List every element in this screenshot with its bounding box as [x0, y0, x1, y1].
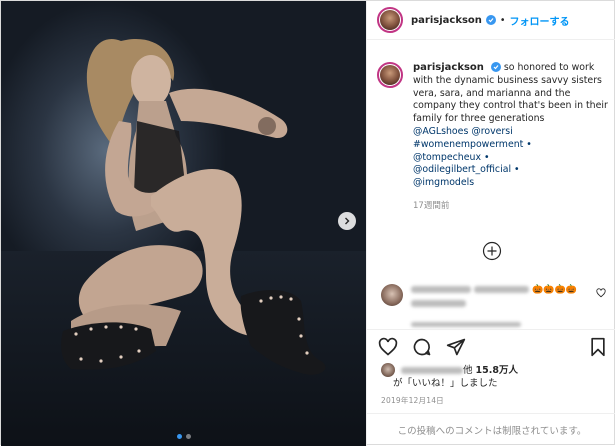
follow-button[interactable]: フォローする [510, 13, 570, 28]
chevron-right-icon [345, 217, 350, 225]
avatar[interactable] [377, 7, 403, 33]
carousel-next-button[interactable] [338, 212, 356, 230]
heart-icon [378, 337, 398, 356]
commenter-avatar[interactable] [381, 284, 403, 306]
likes-suffix: が「いいね！」しました [393, 378, 498, 389]
post-caption: parisjackson so honored to work with the… [377, 62, 609, 213]
photo-figure [61, 39, 326, 375]
caption-time-ago[interactable]: 17週間前 [413, 200, 609, 213]
username-link[interactable]: parisjackson [411, 15, 482, 26]
likes-prefix: 他 [463, 364, 473, 376]
comment-icon [413, 338, 431, 355]
paper-plane-icon [446, 338, 466, 355]
post-side-panel: parisjackson • フォローする parisjackson so ho… [366, 1, 615, 446]
blurred-comment-text [411, 300, 466, 307]
comment-emoji: 🎃🎃🎃🎃 [532, 285, 577, 295]
separator-dot: • [499, 14, 506, 26]
hashtag-link[interactable]: @roversi [471, 126, 512, 137]
blurred-comment-text [474, 286, 530, 293]
post-header: parisjackson • フォローする [367, 1, 615, 40]
verified-badge-icon [490, 62, 501, 72]
blurred-username [411, 286, 471, 293]
likes-count-link[interactable]: 15.8万人 [476, 364, 518, 377]
blurred-comment-meta [411, 322, 521, 327]
hashtag-link[interactable]: @tompecheux • [413, 152, 490, 163]
hashtag-link[interactable]: @odilegilbert_official • [413, 164, 520, 175]
comments-restricted-notice: この投稿へのコメントは制限されています。 [367, 413, 615, 446]
hashtag-link[interactable]: @imgmodels [413, 177, 474, 188]
hashtag-link[interactable]: #womenempowerment • [413, 139, 532, 150]
like-button[interactable] [377, 336, 399, 358]
post-date[interactable]: 2019年12月14日 [381, 395, 444, 406]
avatar[interactable] [377, 62, 403, 88]
post-photo[interactable] [1, 1, 366, 446]
likes-summary: 他 15.8万人 が「いいね！」しました [381, 363, 611, 390]
blurred-liker-name [401, 366, 463, 374]
load-more-comments-button[interactable] [482, 241, 502, 261]
carousel-indicator [1, 434, 366, 439]
instagram-post: parisjackson • フォローする parisjackson so ho… [0, 0, 615, 446]
heart-icon [596, 288, 606, 298]
save-button[interactable] [587, 336, 609, 358]
carousel-dot [185, 434, 191, 439]
liker-avatar[interactable] [381, 363, 395, 377]
caption-username-link[interactable]: parisjackson [413, 62, 484, 73]
comment-button[interactable] [411, 336, 433, 358]
hashtag-link[interactable]: @AGLshoes [413, 126, 468, 137]
plus-circle-icon [482, 241, 502, 261]
comment-item: 🎃🎃🎃🎃 [381, 284, 606, 330]
post-action-bar [367, 329, 615, 363]
carousel-dot [176, 434, 182, 439]
comment-like-button[interactable] [596, 288, 606, 301]
verified-badge-icon [485, 15, 496, 25]
share-button[interactable] [445, 336, 467, 358]
bookmark-icon [591, 337, 605, 356]
